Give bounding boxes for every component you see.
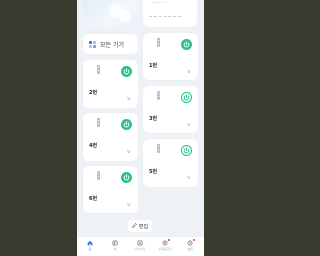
chevron-down-icon[interactable]: ∨ bbox=[126, 96, 131, 102]
grid-icon bbox=[89, 41, 96, 48]
app-screen: -- ---- -- 모든 기기 1번 ∨ 2번 ∨ 3번 ∨ 4번 ∨ 5번 … bbox=[77, 0, 204, 256]
power-icon[interactable] bbox=[181, 39, 192, 50]
bottom-nav: 홈 방 시나리오 스마트공간 설정 bbox=[77, 237, 204, 256]
device-name: 3번 bbox=[149, 116, 158, 122]
device-image bbox=[97, 118, 100, 127]
power-icon[interactable] bbox=[121, 119, 132, 130]
nav-label: 방 bbox=[113, 247, 117, 251]
device-card-1[interactable]: 1번 ∨ bbox=[143, 33, 198, 80]
device-card-2[interactable]: 2번 ∨ bbox=[83, 60, 138, 108]
divider bbox=[149, 16, 181, 17]
edit-button[interactable]: 편집 bbox=[128, 220, 152, 232]
device-name: 5번 bbox=[149, 169, 158, 175]
nav-scenario[interactable]: 시나리오 bbox=[128, 240, 152, 251]
device-image bbox=[157, 91, 160, 100]
nav-label: 설정 bbox=[187, 247, 193, 251]
room-icon bbox=[112, 240, 118, 246]
chevron-down-icon[interactable]: ∨ bbox=[186, 122, 191, 128]
power-icon[interactable] bbox=[121, 172, 132, 183]
weather-banner[interactable] bbox=[83, 0, 138, 27]
home-icon bbox=[87, 240, 93, 246]
info-card[interactable]: -- ---- -- bbox=[143, 0, 197, 27]
device-name: 1번 bbox=[149, 63, 158, 69]
device-card-6[interactable]: 6번 ∨ bbox=[83, 166, 138, 213]
pencil-icon bbox=[131, 222, 137, 230]
info-card-text: -- ---- -- bbox=[152, 0, 167, 5]
nav-settings[interactable]: 설정 bbox=[178, 239, 202, 251]
device-image bbox=[97, 171, 100, 180]
device-card-5[interactable]: 5번 ∨ bbox=[143, 139, 198, 187]
notification-dot bbox=[193, 239, 195, 241]
all-devices-label: 모든 기기 bbox=[100, 42, 124, 49]
nav-home[interactable]: 홈 bbox=[78, 240, 102, 251]
chevron-down-icon[interactable]: ∨ bbox=[126, 149, 131, 155]
settings-icon bbox=[187, 240, 193, 246]
power-icon[interactable] bbox=[181, 92, 192, 103]
smart-space-icon bbox=[162, 240, 168, 246]
scenario-icon bbox=[137, 240, 143, 246]
power-icon[interactable] bbox=[121, 66, 132, 77]
nav-room[interactable]: 방 bbox=[103, 240, 127, 251]
chevron-down-icon[interactable]: ∨ bbox=[126, 202, 131, 208]
device-card-3[interactable]: 3번 ∨ bbox=[143, 86, 198, 133]
device-image bbox=[97, 65, 100, 74]
all-devices-button[interactable]: 모든 기기 bbox=[83, 34, 138, 54]
device-name: 4번 bbox=[89, 143, 98, 149]
edit-label: 편집 bbox=[138, 223, 149, 230]
nav-label: 시나리오 bbox=[134, 247, 146, 251]
device-name: 2번 bbox=[89, 90, 98, 96]
chevron-down-icon[interactable]: ∨ bbox=[186, 175, 191, 181]
device-image bbox=[157, 144, 160, 153]
device-name: 6번 bbox=[89, 196, 98, 202]
nav-label: 홈 bbox=[88, 247, 92, 251]
device-image bbox=[157, 38, 160, 47]
nav-label: 스마트공간 bbox=[158, 247, 172, 251]
notification-dot bbox=[168, 239, 170, 241]
power-icon[interactable] bbox=[181, 145, 192, 156]
chevron-down-icon[interactable]: ∨ bbox=[186, 69, 191, 75]
nav-smart-space[interactable]: 스마트공간 bbox=[153, 239, 177, 251]
device-card-4[interactable]: 4번 ∨ bbox=[83, 113, 138, 161]
